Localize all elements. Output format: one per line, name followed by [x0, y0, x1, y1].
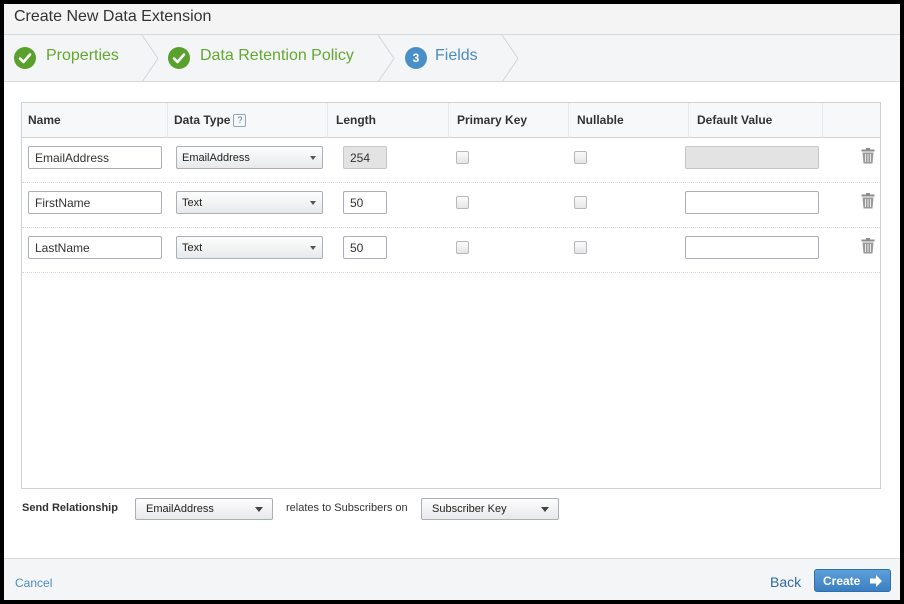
- column-header-length: Length: [336, 113, 376, 127]
- step-data-retention-policy[interactable]: Data Retention Policy: [158, 35, 382, 82]
- nullable-checkbox[interactable]: [574, 241, 587, 254]
- field-row: EmailAddress: [22, 138, 880, 183]
- field-row: Text: [22, 183, 880, 228]
- check-circle-icon: [168, 47, 190, 69]
- step-separator-chevron: [502, 35, 519, 82]
- column-separator: [822, 103, 823, 138]
- column-header-data-type: Data Type?: [174, 113, 247, 127]
- column-header-primary-key: Primary Key: [457, 113, 528, 127]
- create-button-label: Create: [823, 574, 861, 588]
- grid-header: Name Data Type? Length Primary Key Nulla…: [22, 103, 880, 138]
- trash-icon[interactable]: [861, 193, 875, 209]
- fields-grid: Name Data Type? Length Primary Key Nulla…: [21, 102, 881, 489]
- trash-icon[interactable]: [861, 238, 875, 254]
- default-value-input[interactable]: [685, 191, 819, 214]
- step-label: Data Retention Policy: [200, 47, 354, 64]
- data-type-select[interactable]: Text: [176, 191, 323, 214]
- trash-icon[interactable]: [861, 148, 875, 164]
- primary-key-checkbox[interactable]: [456, 151, 469, 164]
- data-type-select[interactable]: Text: [176, 236, 323, 259]
- back-link[interactable]: Back: [770, 574, 801, 590]
- step-fields[interactable]: 3 Fields: [390, 35, 516, 82]
- column-separator: [327, 103, 328, 138]
- field-name-input[interactable]: [28, 236, 162, 259]
- create-button[interactable]: Create: [814, 569, 891, 592]
- create-data-extension-dialog: Create New Data Extension Properties Dat…: [4, 4, 900, 600]
- step-properties[interactable]: Properties: [4, 35, 152, 82]
- primary-key-checkbox[interactable]: [456, 241, 469, 254]
- subscriber-field-select[interactable]: Subscriber Key: [421, 498, 559, 520]
- chevron-down-icon: [310, 156, 316, 160]
- nullable-checkbox[interactable]: [574, 196, 587, 209]
- step-label: Fields: [435, 47, 478, 64]
- dialog-footer: Cancel Back Create: [4, 558, 900, 600]
- send-relationship-field-select[interactable]: EmailAddress: [135, 498, 273, 520]
- length-input: [343, 146, 387, 169]
- data-type-value: Text: [182, 242, 203, 254]
- check-circle-icon: [14, 47, 36, 69]
- data-type-select[interactable]: EmailAddress: [176, 146, 323, 169]
- dialog-title: Create New Data Extension: [14, 8, 212, 25]
- cancel-link[interactable]: Cancel: [15, 576, 52, 590]
- default-value-input[interactable]: [685, 236, 819, 259]
- field-name-input[interactable]: [28, 146, 162, 169]
- column-header-label: Data Type: [174, 113, 231, 127]
- column-header-name: Name: [28, 113, 61, 127]
- default-value-input: [685, 146, 819, 169]
- length-input[interactable]: [343, 236, 387, 259]
- arrow-right-icon: [870, 575, 882, 587]
- chevron-down-icon: [541, 507, 549, 512]
- help-icon[interactable]: ?: [233, 114, 247, 127]
- send-relationship-field-value: EmailAddress: [146, 503, 214, 515]
- column-separator: [167, 103, 168, 138]
- relates-to-text: relates to Subscribers on: [286, 502, 408, 514]
- data-type-value: EmailAddress: [182, 152, 250, 164]
- column-header-default-value: Default Value: [697, 113, 773, 127]
- field-row: Text: [22, 228, 880, 273]
- nullable-checkbox[interactable]: [574, 151, 587, 164]
- send-relationship-label: Send Relationship: [22, 502, 118, 514]
- wizard-steps: Properties Data Retention Policy 3 Field…: [4, 35, 900, 82]
- dialog-title-bar: Create New Data Extension: [4, 4, 900, 35]
- column-separator: [688, 103, 689, 138]
- column-separator: [448, 103, 449, 138]
- step-number-badge: 3: [405, 47, 427, 69]
- chevron-down-icon: [310, 201, 316, 205]
- column-header-nullable: Nullable: [577, 113, 624, 127]
- chevron-down-icon: [310, 246, 316, 250]
- subscriber-field-value: Subscriber Key: [432, 503, 507, 515]
- data-type-value: Text: [182, 197, 203, 209]
- step-label: Properties: [46, 47, 119, 64]
- column-separator: [568, 103, 569, 138]
- field-name-input[interactable]: [28, 191, 162, 214]
- chevron-down-icon: [255, 507, 263, 512]
- length-input[interactable]: [343, 191, 387, 214]
- primary-key-checkbox[interactable]: [456, 196, 469, 209]
